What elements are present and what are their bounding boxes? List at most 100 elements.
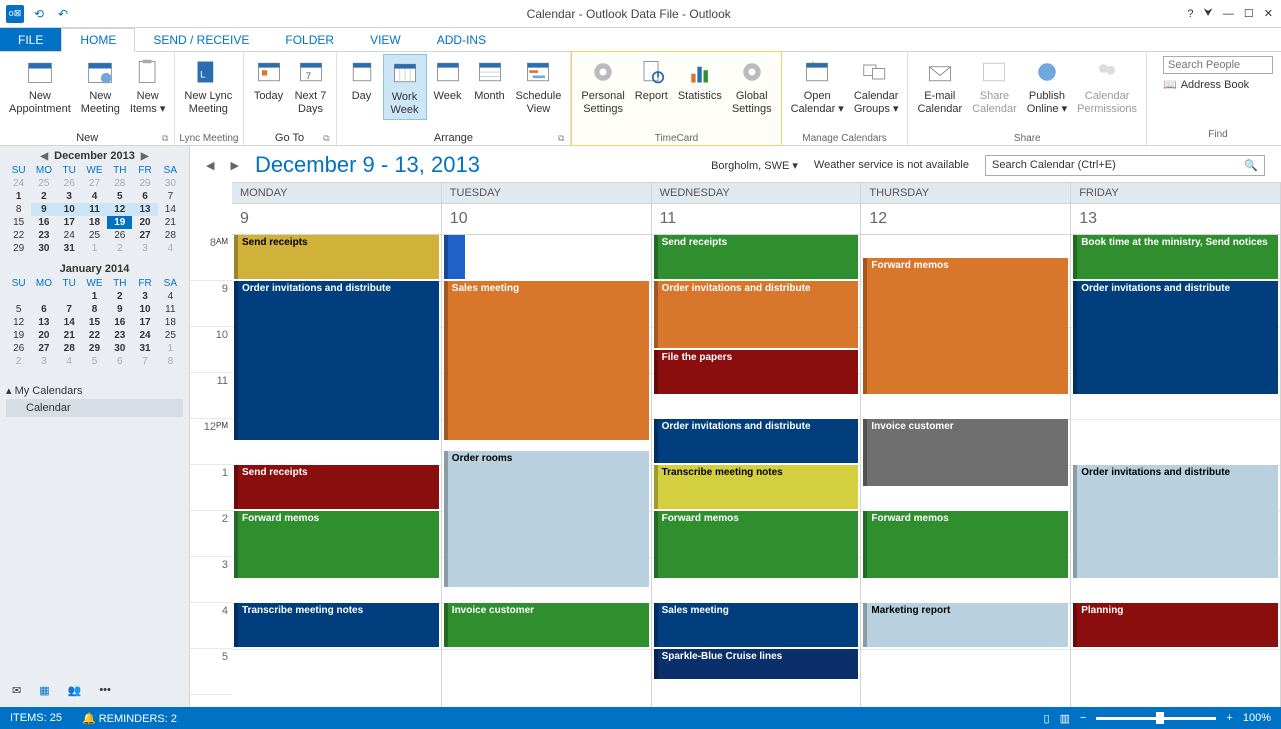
minical-day[interactable]: 7	[158, 190, 183, 203]
minical-day[interactable]: 2	[107, 242, 132, 255]
minical-day[interactable]: 29	[82, 342, 107, 355]
minical-day[interactable]: 2	[6, 355, 31, 368]
global-settings-button[interactable]: Global Settings	[727, 54, 777, 118]
minical-day[interactable]: 9	[107, 303, 132, 316]
minical-day[interactable]: 24	[132, 329, 157, 342]
day-column[interactable]: Forward memosInvoice customerForward mem…	[861, 235, 1071, 707]
minical-day[interactable]: 1	[6, 190, 31, 203]
minical-day[interactable]: 23	[107, 329, 132, 342]
day-column[interactable]: Book time at the ministry, Send noticesO…	[1071, 235, 1281, 707]
prev-month-icon[interactable]: ◀	[40, 151, 48, 162]
calendar-permissions-button[interactable]: Calendar Permissions	[1072, 54, 1142, 118]
search-calendar-input[interactable]: Search Calendar (Ctrl+E)🔍	[985, 155, 1265, 176]
work-week-view-button[interactable]: Work Week	[383, 54, 427, 120]
date-cell[interactable]: 13	[1071, 204, 1281, 234]
status-reminders[interactable]: 🔔 REMINDERS: 2	[82, 712, 177, 725]
month-view-button[interactable]: Month	[469, 54, 511, 105]
minical-day[interactable]: 23	[31, 229, 56, 242]
calendar-event[interactable]: Forward memos	[863, 511, 1068, 578]
minical-day[interactable]: 11	[82, 203, 107, 216]
calendar-icon[interactable]: ▦	[39, 684, 49, 697]
address-book-button[interactable]: 📖Address Book	[1163, 78, 1273, 91]
calendar-event[interactable]: File the papers	[654, 350, 859, 394]
calendar-event[interactable]: Order invitations and distribute	[654, 419, 859, 463]
minical-day[interactable]: 13	[132, 203, 157, 216]
share-calendar-button[interactable]: Share Calendar	[967, 54, 1022, 118]
zoom-slider[interactable]	[1096, 717, 1216, 720]
mail-icon[interactable]: ✉	[12, 684, 21, 697]
new-lync-meeting-button[interactable]: LNew Lync Meeting	[179, 54, 237, 118]
minical-day[interactable]: 27	[132, 229, 157, 242]
minical-day[interactable]: 22	[82, 329, 107, 342]
minical-day[interactable]: 25	[31, 177, 56, 190]
minicalendar-december[interactable]: ◀December 2013▶ SUMOTUWETHFRSA2425262728…	[6, 148, 183, 255]
today-button[interactable]: Today	[248, 54, 290, 105]
calendar-grid[interactable]: 8AM9101112PM12345 Send receiptsOrder inv…	[190, 235, 1281, 707]
minicalendar-january[interactable]: January 2014 SUMOTUWETHFRSA1234567891011…	[6, 261, 183, 368]
help-icon[interactable]: ?	[1187, 8, 1193, 20]
calendar-event[interactable]: Forward memos	[234, 511, 439, 578]
minical-day[interactable]: 4	[82, 190, 107, 203]
email-calendar-button[interactable]: E-mail Calendar	[912, 54, 967, 118]
minical-day[interactable]: 31	[132, 342, 157, 355]
minical-day[interactable]: 10	[57, 203, 82, 216]
new-items-button[interactable]: New Items ▾	[125, 54, 170, 118]
minical-day[interactable]: 5	[6, 303, 31, 316]
report-button[interactable]: Report	[630, 54, 673, 105]
calendar-event[interactable]: Book time at the ministry, Send notices	[1073, 235, 1278, 279]
minical-day[interactable]: 2	[31, 190, 56, 203]
calendar-item[interactable]: Calendar	[6, 399, 183, 417]
minical-day[interactable]: 30	[31, 242, 56, 255]
tab-file[interactable]: FILE	[0, 28, 61, 51]
tab-addins[interactable]: ADD-INS	[419, 28, 504, 51]
minical-day[interactable]: 7	[132, 355, 157, 368]
minical-day[interactable]: 29	[132, 177, 157, 190]
close-icon[interactable]: ✕	[1264, 7, 1273, 20]
minical-day[interactable]: 30	[158, 177, 183, 190]
maximize-icon[interactable]: ☐	[1244, 7, 1254, 20]
minical-day[interactable]: 5	[107, 190, 132, 203]
day-column[interactable]: Send receiptsOrder invitations and distr…	[652, 235, 862, 707]
minical-day[interactable]: 28	[57, 342, 82, 355]
minical-day[interactable]: 10	[132, 303, 157, 316]
minical-day[interactable]: 15	[6, 216, 31, 229]
minical-day[interactable]: 8	[6, 203, 31, 216]
day-view-button[interactable]: Day	[341, 54, 383, 105]
minimize-icon[interactable]: —	[1223, 8, 1234, 20]
minical-day[interactable]: 8	[82, 303, 107, 316]
minical-day[interactable]: 1	[82, 290, 107, 303]
week-view-button[interactable]: Week	[427, 54, 469, 105]
calendar-groups-button[interactable]: Calendar Groups ▾	[849, 54, 904, 118]
calendar-event[interactable]: Invoice customer	[444, 603, 649, 647]
day-column[interactable]: Sales meetingOrder roomsInvoice customer	[442, 235, 652, 707]
date-cell[interactable]: 9	[232, 204, 442, 234]
minical-day[interactable]: 1	[158, 342, 183, 355]
minical-day[interactable]: 31	[57, 242, 82, 255]
minical-day[interactable]: 3	[31, 355, 56, 368]
tab-folder[interactable]: FOLDER	[267, 28, 352, 51]
calendar-event[interactable]: Forward memos	[654, 511, 859, 578]
minical-day[interactable]: 25	[158, 329, 183, 342]
minical-day[interactable]: 4	[57, 355, 82, 368]
calendar-event[interactable]: Order invitations and distribute	[234, 281, 439, 440]
minical-day[interactable]: 26	[6, 342, 31, 355]
minical-day[interactable]: 20	[132, 216, 157, 229]
calendar-event[interactable]: Order invitations and distribute	[654, 281, 859, 348]
minical-day[interactable]: 5	[82, 355, 107, 368]
minical-day[interactable]: 17	[132, 316, 157, 329]
minical-day[interactable]: 16	[107, 316, 132, 329]
tab-home[interactable]: HOME	[61, 28, 135, 52]
minical-day[interactable]: 6	[107, 355, 132, 368]
calendar-event[interactable]: Transcribe meeting notes	[234, 603, 439, 647]
minical-day[interactable]: 16	[31, 216, 56, 229]
minical-day[interactable]: 29	[6, 242, 31, 255]
open-calendar-button[interactable]: +Open Calendar ▾	[786, 54, 849, 118]
weather-location[interactable]: Borgholm, SWE ▾	[711, 159, 798, 172]
minical-day[interactable]: 6	[132, 190, 157, 203]
minical-day[interactable]: 8	[158, 355, 183, 368]
minical-day[interactable]: 3	[132, 242, 157, 255]
view-normal-icon[interactable]: ▯	[1044, 712, 1050, 725]
minical-day[interactable]: 21	[158, 216, 183, 229]
minical-day[interactable]: 17	[57, 216, 82, 229]
qat-send-receive-icon[interactable]: ⟲	[30, 5, 48, 23]
